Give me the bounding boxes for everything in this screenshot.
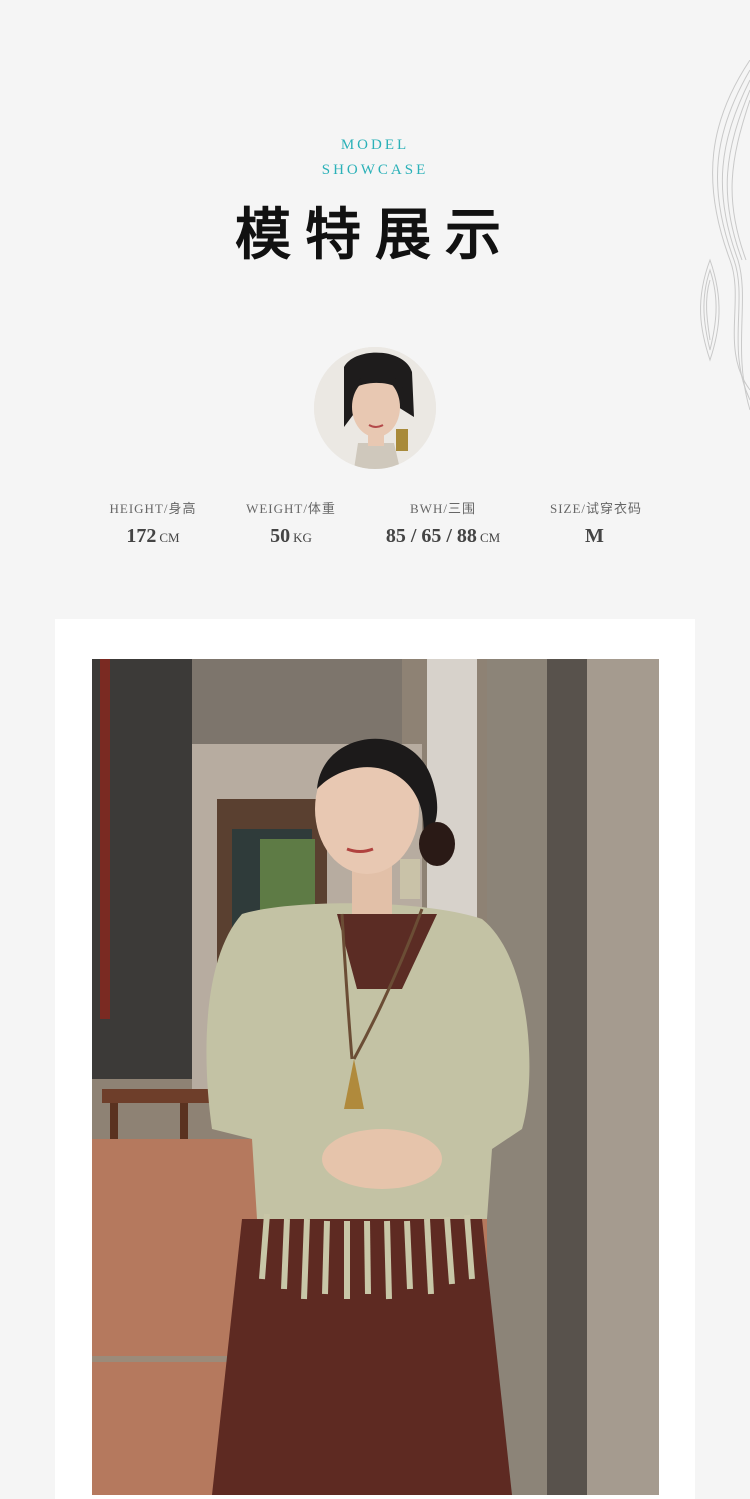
spec-label: HEIGHT/身高 [109, 501, 197, 516]
spec-bwh: BWH/三围 85 / 65 / 88 CM [368, 498, 518, 554]
spec-value: M [585, 525, 604, 547]
spec-value: 85 / 65 / 88 CM [385, 525, 501, 547]
spec-value: 50 KG [270, 525, 312, 547]
spec-weight: WEIGHT/体重 50 KG [216, 498, 366, 554]
spec-label: WEIGHT/体重 [246, 501, 336, 516]
spec-label: BWH/三围 [410, 501, 476, 516]
spec-size: SIZE/试穿衣码 M [521, 498, 671, 554]
heading-en-line2: SHOWCASE [321, 162, 429, 178]
spec-value: 172 CM [126, 525, 180, 547]
model-photo [92, 659, 659, 1495]
spec-height: HEIGHT/身高 172 CM [78, 498, 228, 554]
spec-label: SIZE/试穿衣码 [549, 501, 643, 516]
page-title: 模特展示 [235, 202, 515, 268]
model-avatar [314, 347, 436, 469]
heading-en-line1: MODEL [340, 137, 410, 153]
